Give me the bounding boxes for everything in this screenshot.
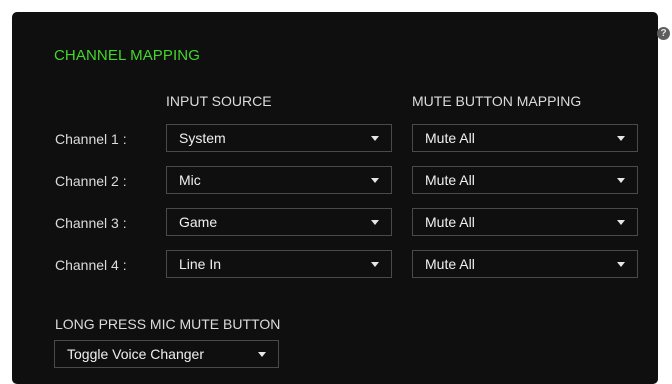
channel-2-input-value: Mic — [179, 172, 201, 188]
channel-1-mute-select[interactable]: Mute All — [412, 124, 638, 152]
help-icon[interactable]: ? — [657, 27, 670, 40]
channel-4-input-value: Line In — [179, 256, 222, 272]
channel-1-mute-value: Mute All — [425, 130, 475, 146]
chevron-down-icon — [617, 178, 625, 183]
chevron-down-icon — [371, 220, 379, 225]
channel-3-input-value: Game — [179, 214, 218, 230]
channel-4-label: Channel 4 : — [55, 257, 127, 273]
mute-mapping-header: MUTE BUTTON MAPPING — [412, 93, 582, 109]
chevron-down-icon — [617, 136, 625, 141]
channel-2-mute-value: Mute All — [425, 172, 475, 188]
input-source-header: INPUT SOURCE — [166, 93, 272, 109]
channel-4-mute-select[interactable]: Mute All — [412, 250, 638, 278]
chevron-down-icon — [617, 220, 625, 225]
channel-1-label: Channel 1 : — [55, 131, 127, 147]
channel-2-input-select[interactable]: Mic — [166, 166, 392, 194]
channel-1-input-select[interactable]: System — [166, 124, 392, 152]
long-press-select[interactable]: Toggle Voice Changer — [54, 340, 279, 368]
channel-4-input-select[interactable]: Line In — [166, 250, 392, 278]
channel-3-input-select[interactable]: Game — [166, 208, 392, 236]
chevron-down-icon — [258, 352, 266, 357]
chevron-down-icon — [371, 136, 379, 141]
chevron-down-icon — [371, 178, 379, 183]
chevron-down-icon — [371, 262, 379, 267]
chevron-down-icon — [617, 262, 625, 267]
channel-3-mute-select[interactable]: Mute All — [412, 208, 638, 236]
long-press-label: LONG PRESS MIC MUTE BUTTON — [55, 316, 281, 332]
channel-1-input-value: System — [179, 130, 226, 146]
channel-3-label: Channel 3 : — [55, 215, 127, 231]
section-title: CHANNEL MAPPING — [54, 47, 200, 64]
channel-2-label: Channel 2 : — [55, 173, 127, 189]
channel-2-mute-select[interactable]: Mute All — [412, 166, 638, 194]
channel-3-mute-value: Mute All — [425, 214, 475, 230]
long-press-value: Toggle Voice Changer — [67, 346, 204, 362]
channel-4-mute-value: Mute All — [425, 256, 475, 272]
